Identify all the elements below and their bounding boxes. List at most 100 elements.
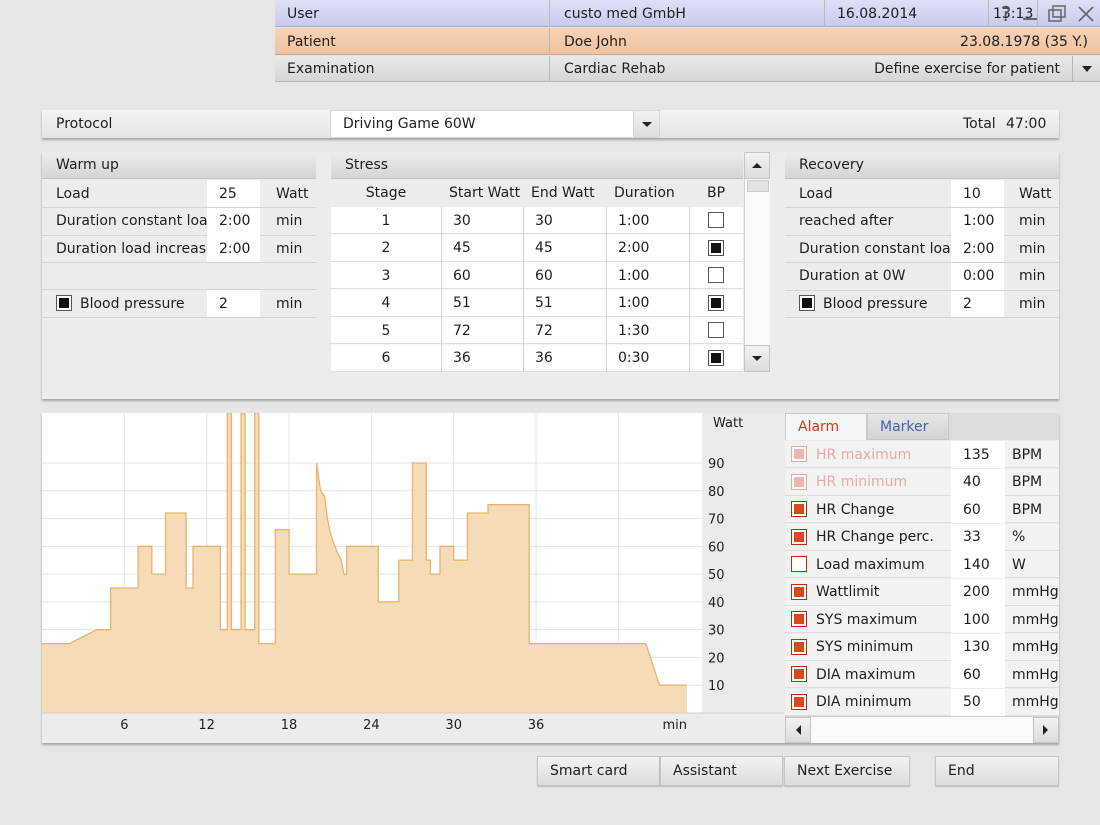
close-icon[interactable]	[1076, 4, 1096, 24]
stress-cell-end[interactable]: 30	[523, 207, 606, 234]
alarm-checkbox[interactable]	[791, 666, 807, 682]
stress-cell-end[interactable]: 45	[523, 235, 606, 262]
restore-icon[interactable]	[1047, 4, 1069, 24]
stress-cell-duration[interactable]: 1:00	[606, 207, 689, 234]
warmup-row-value[interactable]: 2:00	[207, 235, 260, 262]
alarm-value[interactable]: 100	[951, 606, 1005, 633]
dropdown-arrow-icon	[1082, 66, 1092, 72]
alarm-value[interactable]: 140	[951, 551, 1005, 578]
recovery-row-value[interactable]: 1:00	[951, 207, 1004, 235]
minimize-icon[interactable]	[1023, 18, 1037, 20]
alarm-checkbox[interactable]	[791, 528, 807, 545]
alarm-value[interactable]: 130	[951, 633, 1005, 661]
stress-cell-duration[interactable]: 1:30	[606, 317, 689, 344]
alarm-label: HR Change perc.	[816, 529, 934, 545]
stress-cell-end[interactable]: 72	[523, 317, 606, 344]
alarm-checkbox[interactable]	[791, 693, 807, 710]
scroll-right-button[interactable]	[1033, 717, 1059, 743]
stress-scroll-up-button[interactable]	[744, 152, 770, 179]
alarm-checkbox[interactable]	[791, 638, 807, 655]
x-tick-label: 12	[198, 718, 215, 733]
user-label: User	[275, 0, 550, 27]
warmup-row-value[interactable]: 25	[207, 180, 260, 207]
alarm-checkbox[interactable]	[791, 501, 807, 517]
date-text: 16.08.2014	[837, 5, 918, 22]
alarm-checkbox[interactable]	[791, 446, 807, 462]
assistant-button[interactable]: Assistant	[660, 756, 783, 786]
alarm-value[interactable]: 40	[951, 468, 1005, 496]
stress-cell-stage: 2	[381, 240, 391, 256]
stress-scrollbar-track[interactable]	[744, 179, 770, 345]
alarm-value[interactable]: 60	[951, 496, 1005, 523]
examination-dropdown-button[interactable]	[1072, 56, 1100, 82]
protocol-bar: Protocol Driving Game 60W Total 47:00	[42, 110, 1059, 138]
scroll-left-button[interactable]	[785, 717, 811, 743]
stress-bp-checkbox[interactable]	[708, 267, 724, 283]
recovery-row-value[interactable]: 2:00	[951, 235, 1004, 262]
alarm-value[interactable]: 33	[951, 523, 1005, 551]
x-tick-label: 24	[363, 718, 380, 733]
help-icon[interactable]: ?	[995, 2, 1017, 26]
stress-cell-start[interactable]: 45	[441, 235, 523, 262]
warmup-bp-checkbox[interactable]	[56, 295, 72, 311]
alarm-value[interactable]: 60	[951, 661, 1005, 688]
stress-cell-end[interactable]: 60	[523, 262, 606, 289]
alarm-unit: %	[1012, 529, 1026, 545]
stress-column-divider	[689, 207, 690, 372]
recovery-bp-label: Blood pressure	[823, 295, 928, 312]
stress-bp-checkbox[interactable]	[708, 239, 724, 256]
alarm-value[interactable]: 50	[951, 688, 1005, 716]
scroll-right-arrow-icon	[1043, 725, 1048, 735]
stress-column-header: Start Watt	[449, 185, 521, 201]
alarm-checkbox[interactable]	[791, 583, 807, 600]
stress-column-header: End Watt	[531, 185, 595, 201]
recovery-bp-value[interactable]: 2	[951, 290, 1004, 317]
stress-bp-checkbox[interactable]	[708, 212, 724, 228]
stress-cell-start[interactable]: 51	[441, 290, 523, 317]
stress-cell-start[interactable]: 60	[441, 262, 523, 289]
stress-cell-duration[interactable]: 0:30	[606, 345, 689, 372]
stress-bp-checkbox[interactable]	[708, 294, 724, 311]
tab-marker[interactable]: Marker	[867, 413, 949, 440]
stress-cell-stage: 6	[381, 350, 391, 366]
next-exercise-button[interactable]: Next Exercise	[784, 756, 910, 786]
end-button[interactable]: End	[935, 756, 1059, 786]
stress-cell-start[interactable]: 36	[441, 345, 523, 372]
examination-action[interactable]: Define exercise for patient	[874, 56, 1060, 82]
alarm-value[interactable]: 200	[951, 578, 1005, 606]
scroll-down-arrow-icon	[752, 356, 762, 361]
y-tick-label: 40	[708, 596, 725, 611]
stress-scrollbar-thumb[interactable]	[747, 180, 769, 192]
stress-bp-checkbox[interactable]	[708, 322, 724, 338]
stress-column-divider	[606, 207, 607, 372]
y-tick-label: 70	[708, 513, 725, 528]
protocol-dropdown-button[interactable]	[633, 111, 659, 137]
total-label: Total	[963, 116, 996, 132]
alarm-checkbox[interactable]	[791, 473, 807, 490]
stress-cell-duration[interactable]: 1:00	[606, 262, 689, 289]
dropdown-arrow-icon	[642, 122, 652, 127]
stress-cell-end[interactable]: 36	[523, 345, 606, 372]
recovery-row-label: reached after	[799, 213, 894, 229]
recovery-row-value[interactable]: 10	[951, 180, 1004, 207]
stress-cell-end[interactable]: 51	[523, 290, 606, 317]
alarm-value[interactable]: 135	[951, 441, 1005, 468]
stress-cell-start[interactable]: 72	[441, 317, 523, 344]
smart-card-button[interactable]: Smart card	[537, 756, 660, 786]
alarm-horizontal-scrollbar[interactable]	[785, 716, 1059, 743]
alarm-checkbox[interactable]	[791, 556, 807, 572]
alarm-label: Wattlimit	[816, 584, 880, 600]
stress-bp-checkbox[interactable]	[708, 349, 724, 366]
stress-cell-duration[interactable]: 2:00	[606, 235, 689, 262]
stress-cell-duration[interactable]: 1:00	[606, 290, 689, 317]
recovery-row-value[interactable]: 0:00	[951, 262, 1004, 290]
tab-alarm[interactable]: Alarm	[785, 413, 867, 440]
warmup-bp-value[interactable]: 2	[207, 290, 260, 317]
protocol-select[interactable]: Driving Game 60W	[330, 110, 660, 138]
stress-scroll-down-button[interactable]	[744, 345, 770, 372]
alarm-checkbox[interactable]	[791, 611, 807, 627]
stress-cell-start[interactable]: 30	[441, 207, 523, 234]
warmup-row-value[interactable]: 2:00	[207, 207, 260, 235]
warmup-header: Warm up	[42, 152, 316, 179]
recovery-bp-checkbox[interactable]	[799, 295, 815, 311]
